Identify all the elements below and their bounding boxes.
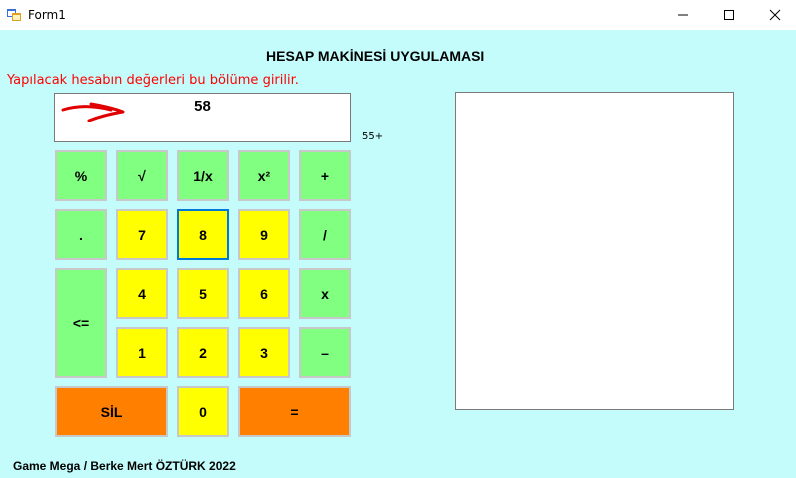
minimize-icon xyxy=(678,14,688,16)
decimal-point-button[interactable]: . xyxy=(55,209,107,260)
divide-button[interactable]: / xyxy=(299,209,351,260)
reciprocal-button[interactable]: 1/x xyxy=(177,150,229,201)
backspace-button[interactable]: <= xyxy=(55,268,107,378)
maximize-icon xyxy=(724,10,734,20)
digit-6-button[interactable]: 6 xyxy=(238,268,290,319)
minimize-button[interactable] xyxy=(660,0,706,30)
digit-8-button[interactable]: 8 xyxy=(177,209,229,260)
page-title: HESAP MAKİNESİ UYGULAMASI xyxy=(266,48,485,64)
maximize-button[interactable] xyxy=(706,0,752,30)
close-button[interactable] xyxy=(752,0,796,30)
clear-button[interactable]: SİL xyxy=(55,386,168,437)
display-value: 58 xyxy=(194,98,211,115)
footer-credit: Game Mega / Berke Mert ÖZTÜRK 2022 xyxy=(13,459,236,473)
pending-operation-label: 55+ xyxy=(362,131,384,142)
history-listbox[interactable] xyxy=(455,92,734,410)
digit-1-button[interactable]: 1 xyxy=(116,327,168,378)
digit-9-button[interactable]: 9 xyxy=(238,209,290,260)
app-icon xyxy=(7,9,21,21)
digit-4-button[interactable]: 4 xyxy=(116,268,168,319)
digit-3-button[interactable]: 3 xyxy=(238,327,290,378)
title-bar: Form1 xyxy=(0,0,796,30)
plus-button[interactable]: + xyxy=(299,150,351,201)
window-title: Form1 xyxy=(28,8,66,22)
digit-0-button[interactable]: 0 xyxy=(177,386,229,437)
multiply-button[interactable]: x xyxy=(299,268,351,319)
sqrt-button[interactable]: √ xyxy=(116,150,168,201)
digit-5-button[interactable]: 5 xyxy=(177,268,229,319)
digit-7-button[interactable]: 7 xyxy=(116,209,168,260)
equals-button[interactable]: = xyxy=(238,386,351,437)
close-icon xyxy=(769,9,781,21)
minus-button[interactable]: – xyxy=(299,327,351,378)
percent-button[interactable]: % xyxy=(55,150,107,201)
square-button[interactable]: x² xyxy=(238,150,290,201)
display-textbox[interactable]: 58 xyxy=(54,93,351,142)
digit-2-button[interactable]: 2 xyxy=(177,327,229,378)
instruction-label: Yapılacak hesabın değerleri bu bölüme gi… xyxy=(7,73,299,88)
